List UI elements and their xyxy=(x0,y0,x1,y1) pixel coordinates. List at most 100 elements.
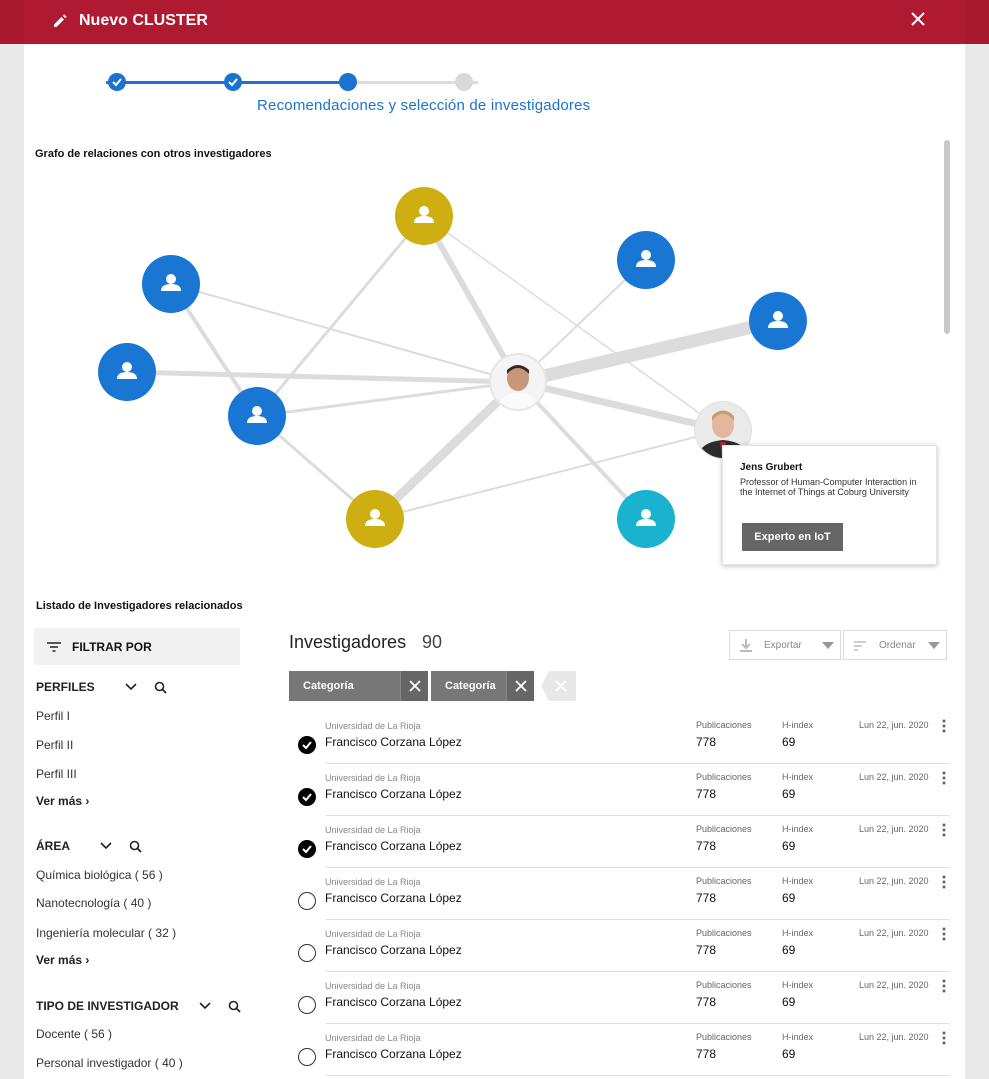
filter-option[interactable]: Docente ( 56 ) xyxy=(36,1027,112,1041)
row-name[interactable]: Francisco Corzana López xyxy=(325,1047,462,1061)
more-vert-icon[interactable] xyxy=(941,719,947,733)
see-more-label: Ver más xyxy=(36,794,83,808)
filter-bar[interactable]: FILTRAR POR xyxy=(34,628,240,665)
tooltip-description: Professor of Human-Computer Interaction … xyxy=(740,477,917,497)
filter-option[interactable]: Perfil II xyxy=(36,738,73,752)
row-pubs-value: 778 xyxy=(696,891,717,905)
filter-option[interactable]: Ingeniería molecular ( 32 ) xyxy=(36,926,176,940)
checked-circle-icon[interactable] xyxy=(298,840,316,858)
see-more-link[interactable]: Ver más › xyxy=(36,953,89,967)
filter-chip: Categoría xyxy=(431,671,534,701)
table-row[interactable]: Universidad de La Rioja Francisco Corzana… xyxy=(289,868,950,920)
filter-option[interactable]: Química biológica ( 56 ) xyxy=(36,868,163,882)
row-name[interactable]: Francisco Corzana López xyxy=(325,735,462,749)
filter-option[interactable]: Personal investigador ( 40 ) xyxy=(36,1056,183,1070)
graph-node[interactable] xyxy=(228,387,286,445)
chip-remove-button[interactable] xyxy=(400,671,428,701)
more-vert-icon[interactable] xyxy=(941,875,947,889)
sort-icon xyxy=(854,641,866,651)
unchecked-circle-icon[interactable] xyxy=(298,944,316,962)
chevron-down-icon[interactable] xyxy=(100,842,112,850)
row-date: Lun 22, jun. 2020 xyxy=(859,720,929,730)
graph-node[interactable] xyxy=(346,490,404,548)
checked-circle-icon[interactable] xyxy=(298,788,316,806)
checked-circle-icon[interactable] xyxy=(298,736,316,754)
chevron-right-icon: › xyxy=(85,794,90,808)
row-pubs-value: 778 xyxy=(696,1047,717,1061)
graph-node[interactable] xyxy=(617,231,675,289)
more-vert-icon[interactable] xyxy=(941,1031,947,1045)
graph-node[interactable] xyxy=(98,343,156,401)
chevron-right-icon: › xyxy=(85,953,90,967)
expert-tag-button[interactable]: Experto en IoT xyxy=(742,523,843,551)
step-label: Recomendaciones y selección de investiga… xyxy=(257,97,591,114)
section-title: ÁREA xyxy=(36,839,71,853)
more-vert-icon[interactable] xyxy=(941,979,947,993)
more-vert-icon[interactable] xyxy=(941,927,947,941)
table-row[interactable]: Universidad de La Rioja Francisco Corzana… xyxy=(289,920,950,972)
step-2-done[interactable] xyxy=(224,73,242,91)
check-icon xyxy=(112,78,122,87)
filter-option[interactable]: Nanotecnología ( 40 ) xyxy=(36,896,151,910)
row-pubs-label: Publicaciones xyxy=(696,772,752,782)
row-name[interactable]: Francisco Corzana López xyxy=(325,787,462,801)
table-row[interactable]: Universidad de La Rioja Francisco Corzana… xyxy=(289,764,950,816)
row-university: Universidad de La Rioja xyxy=(325,981,421,991)
row-pubs-label: Publicaciones xyxy=(696,876,752,886)
graph-node[interactable] xyxy=(749,292,807,350)
graph-node[interactable] xyxy=(142,255,200,313)
see-more-link[interactable]: Ver más › xyxy=(36,794,89,808)
step-1-done[interactable] xyxy=(108,73,126,91)
search-icon[interactable] xyxy=(228,1000,241,1013)
row-hindex-value: 69 xyxy=(782,943,796,957)
graph-node[interactable] xyxy=(617,490,675,548)
filter-option[interactable]: Perfil III xyxy=(36,767,77,781)
unchecked-circle-icon[interactable] xyxy=(298,996,316,1014)
row-pubs-value: 778 xyxy=(696,787,717,801)
chevron-down-icon[interactable] xyxy=(125,683,137,691)
row-pubs-value: 778 xyxy=(696,735,717,749)
row-name[interactable]: Francisco Corzana López xyxy=(325,943,462,957)
row-name[interactable]: Francisco Corzana López xyxy=(325,891,462,905)
chevron-down-icon[interactable] xyxy=(199,1002,211,1010)
export-label: Exportar xyxy=(764,640,802,651)
export-button[interactable]: Exportar xyxy=(729,630,841,660)
unchecked-circle-icon[interactable] xyxy=(298,892,316,910)
table-row[interactable]: Universidad de La Rioja Francisco Corzana… xyxy=(289,816,950,868)
table-row[interactable]: Universidad de La Rioja Francisco Corzana… xyxy=(289,972,950,1024)
unchecked-circle-icon[interactable] xyxy=(298,1048,316,1066)
check-icon xyxy=(228,78,238,87)
row-hindex-label: H-index xyxy=(782,980,814,990)
row-university: Universidad de La Rioja xyxy=(325,1033,421,1043)
row-name[interactable]: Francisco Corzana López xyxy=(325,839,462,853)
row-name[interactable]: Francisco Corzana López xyxy=(325,995,462,1009)
filter-option[interactable]: Perfil I xyxy=(36,709,70,723)
table-row[interactable]: Universidad de La Rioja Francisco Corzana… xyxy=(289,1024,950,1076)
filter-section-perfiles: PERFILES Perfil I Perfil II Perfil III V… xyxy=(36,680,167,808)
row-date: Lun 22, jun. 2020 xyxy=(859,824,929,834)
step-4-pending[interactable] xyxy=(455,73,473,91)
more-vert-icon[interactable] xyxy=(941,771,947,785)
chip-remove-button[interactable] xyxy=(506,671,534,701)
graph-node[interactable] xyxy=(395,187,453,245)
stepper xyxy=(104,70,484,94)
search-icon[interactable] xyxy=(129,840,142,853)
top-bar: Nuevo CLUSTER xyxy=(0,0,989,44)
chip-label: Categoría xyxy=(303,680,354,692)
table-row[interactable]: Universidad de La Rioja Francisco Corzana… xyxy=(289,712,950,764)
central-researcher-avatar[interactable] xyxy=(489,353,547,411)
check-icon xyxy=(302,845,312,854)
row-hindex-value: 69 xyxy=(782,1047,796,1061)
row-university: Universidad de La Rioja xyxy=(325,877,421,887)
row-date: Lun 22, jun. 2020 xyxy=(859,876,929,886)
step-3-active[interactable] xyxy=(339,73,357,91)
close-icon[interactable] xyxy=(911,12,925,26)
clear-chips-button[interactable] xyxy=(541,671,576,701)
filter-section-tipo: TIPO DE INVESTIGADOR Docente ( 56 ) Pers… xyxy=(36,999,241,1070)
caret-down-icon xyxy=(822,642,834,649)
caret-down-icon xyxy=(928,642,940,649)
search-icon[interactable] xyxy=(154,681,167,694)
more-vert-icon[interactable] xyxy=(941,823,947,837)
sort-button[interactable]: Ordenar xyxy=(843,630,947,660)
pencil-icon xyxy=(54,14,67,27)
